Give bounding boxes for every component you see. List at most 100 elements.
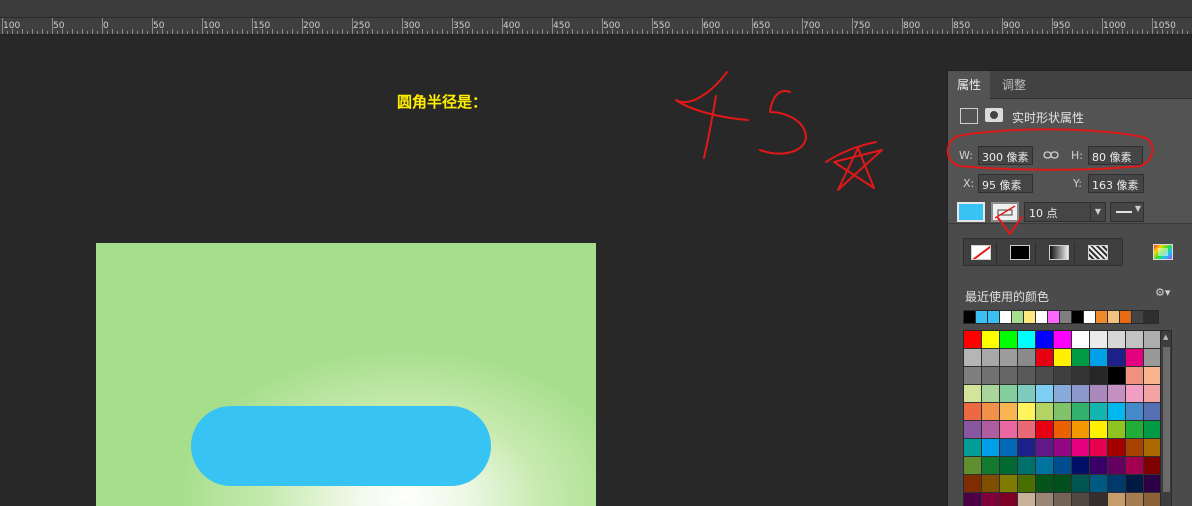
swatch-scrollbar[interactable]: ▲ — [1160, 330, 1172, 506]
color-swatch[interactable] — [1000, 439, 1017, 456]
recent-color-swatch[interactable] — [1012, 311, 1023, 323]
recent-color-swatch[interactable] — [1108, 311, 1119, 323]
color-swatch[interactable] — [1108, 457, 1125, 474]
transform-shape-icon[interactable] — [960, 108, 978, 124]
color-swatch[interactable] — [982, 439, 999, 456]
color-swatch[interactable] — [1000, 331, 1017, 348]
gear-icon[interactable]: ⚙▾ — [1155, 286, 1170, 299]
color-swatch[interactable] — [1108, 439, 1125, 456]
color-swatch[interactable] — [1144, 493, 1161, 506]
scroll-up-icon[interactable]: ▲ — [1163, 333, 1168, 341]
color-swatch[interactable] — [1018, 367, 1035, 384]
chevron-down-icon[interactable]: ▼ — [1090, 203, 1105, 221]
tab-adjustments[interactable]: 调整 — [993, 71, 1035, 99]
y-field[interactable]: 163 像素 — [1088, 174, 1144, 193]
color-swatch[interactable] — [964, 421, 981, 438]
recent-color-swatch[interactable] — [1048, 311, 1059, 323]
color-swatch[interactable] — [1090, 331, 1107, 348]
color-swatch[interactable] — [982, 493, 999, 506]
recent-color-swatch[interactable] — [1096, 311, 1107, 323]
recent-color-swatch[interactable] — [1072, 311, 1083, 323]
color-swatch[interactable] — [1072, 385, 1089, 402]
color-swatch[interactable] — [1054, 421, 1071, 438]
recent-color-swatch[interactable] — [1060, 311, 1071, 323]
color-swatch[interactable] — [1108, 475, 1125, 492]
color-swatch[interactable] — [1126, 349, 1143, 366]
color-swatch[interactable] — [964, 493, 981, 506]
document-canvas[interactable] — [96, 243, 596, 506]
color-swatch[interactable] — [1144, 349, 1161, 366]
color-swatch[interactable] — [1054, 349, 1071, 366]
color-swatch[interactable] — [1054, 385, 1071, 402]
color-swatch[interactable] — [982, 367, 999, 384]
color-swatch[interactable] — [1018, 457, 1035, 474]
color-swatch[interactable] — [1144, 439, 1161, 456]
stroke-color-swatch[interactable] — [991, 202, 1019, 222]
color-swatch[interactable] — [1144, 367, 1161, 384]
rounded-rectangle-shape[interactable] — [191, 406, 491, 486]
scrollbar-thumb[interactable] — [1163, 347, 1170, 492]
color-swatch[interactable] — [1072, 403, 1089, 420]
recent-color-swatch[interactable] — [1120, 311, 1131, 323]
color-swatch[interactable] — [1144, 421, 1161, 438]
color-swatch[interactable] — [1018, 349, 1035, 366]
color-swatch[interactable] — [964, 331, 981, 348]
color-swatch[interactable] — [1000, 403, 1017, 420]
color-swatch[interactable] — [1018, 493, 1035, 506]
color-swatch[interactable] — [964, 403, 981, 420]
color-swatch[interactable] — [1108, 493, 1125, 506]
tab-properties[interactable]: 属性 — [948, 71, 991, 99]
color-swatch[interactable] — [982, 331, 999, 348]
fill-color-swatch[interactable] — [957, 202, 985, 222]
recent-color-swatch[interactable] — [1036, 311, 1047, 323]
color-swatch[interactable] — [1054, 475, 1071, 492]
color-swatch[interactable] — [1108, 367, 1125, 384]
color-swatch[interactable] — [1090, 349, 1107, 366]
color-swatch[interactable] — [964, 439, 981, 456]
recent-color-swatch[interactable] — [976, 311, 987, 323]
color-swatch[interactable] — [1000, 367, 1017, 384]
recent-color-swatch[interactable] — [1000, 311, 1011, 323]
color-swatch[interactable] — [982, 421, 999, 438]
color-swatch[interactable] — [1036, 457, 1053, 474]
color-swatch[interactable] — [1036, 403, 1053, 420]
stroke-width-field[interactable]: 10 点 ▼ — [1024, 202, 1106, 222]
color-swatch[interactable] — [1108, 385, 1125, 402]
x-field[interactable]: 95 像素 — [978, 174, 1033, 193]
no-color-button[interactable] — [964, 242, 997, 264]
color-swatch[interactable] — [1018, 403, 1035, 420]
color-swatch[interactable] — [1036, 439, 1053, 456]
color-swatch[interactable] — [1126, 421, 1143, 438]
color-swatch[interactable] — [1144, 457, 1161, 474]
color-swatch[interactable] — [1036, 421, 1053, 438]
color-swatch[interactable] — [1144, 331, 1161, 348]
color-picker-icon[interactable] — [1153, 244, 1173, 260]
recent-color-swatch[interactable] — [1024, 311, 1035, 323]
color-swatch[interactable] — [1090, 421, 1107, 438]
color-swatch[interactable] — [1018, 331, 1035, 348]
color-swatch[interactable] — [1144, 403, 1161, 420]
color-swatch[interactable] — [1108, 349, 1125, 366]
color-swatch[interactable] — [1090, 403, 1107, 420]
color-swatch[interactable] — [1054, 367, 1071, 384]
color-swatch[interactable] — [1126, 403, 1143, 420]
recent-color-swatch[interactable] — [988, 311, 999, 323]
color-swatch[interactable] — [1090, 439, 1107, 456]
color-swatch[interactable] — [1036, 349, 1053, 366]
color-swatch[interactable] — [1036, 367, 1053, 384]
color-swatch[interactable] — [1000, 457, 1017, 474]
color-swatch[interactable] — [964, 457, 981, 474]
color-swatch[interactable] — [964, 385, 981, 402]
color-swatch[interactable] — [1126, 475, 1143, 492]
color-swatch[interactable] — [982, 349, 999, 366]
color-swatch[interactable] — [982, 385, 999, 402]
color-swatch[interactable] — [1018, 421, 1035, 438]
color-swatch[interactable] — [1072, 367, 1089, 384]
color-swatch[interactable] — [1036, 331, 1053, 348]
color-swatch[interactable] — [1072, 457, 1089, 474]
color-swatch[interactable] — [1108, 403, 1125, 420]
color-swatch[interactable] — [1072, 439, 1089, 456]
color-swatch[interactable] — [1072, 475, 1089, 492]
pattern-button[interactable] — [1081, 242, 1114, 264]
color-swatch[interactable] — [1126, 457, 1143, 474]
